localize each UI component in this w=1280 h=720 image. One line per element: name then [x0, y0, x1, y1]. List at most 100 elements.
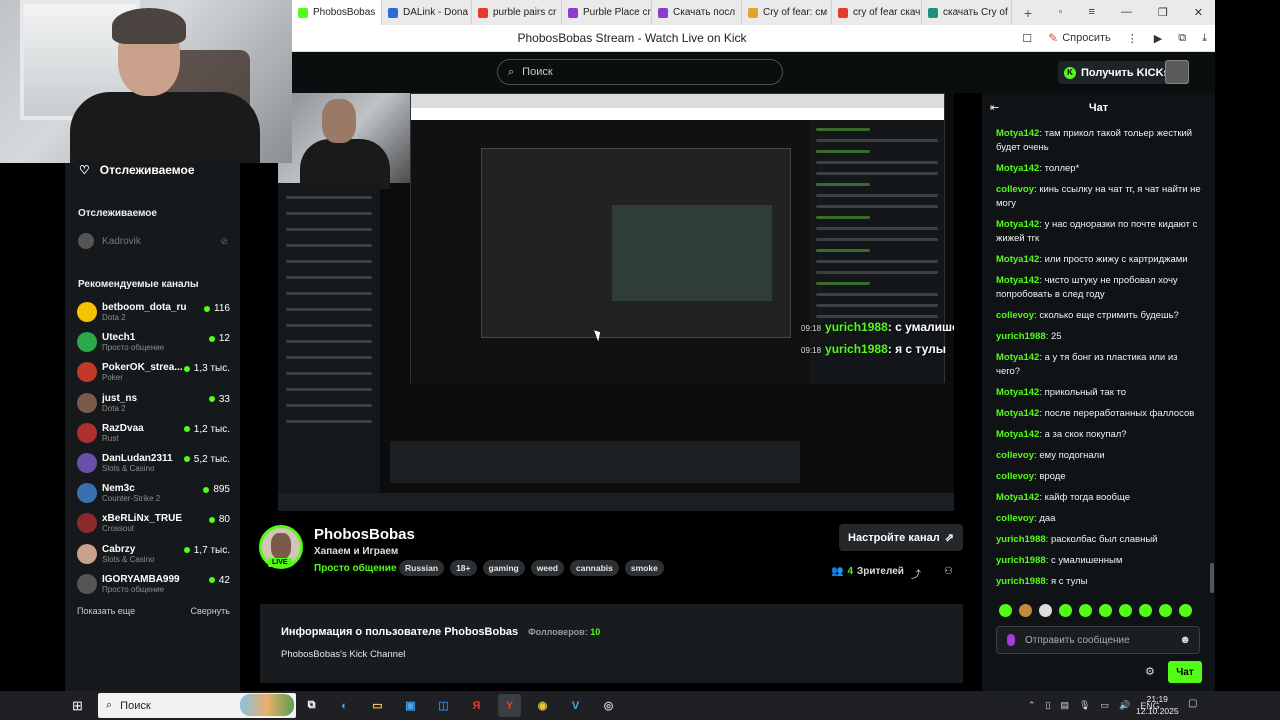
v-app-icon[interactable]: V — [564, 694, 587, 717]
chat-username[interactable]: yurich1988 — [996, 534, 1046, 545]
yandex-icon[interactable]: Я — [465, 694, 488, 717]
volume-icon[interactable]: 🔊 — [1119, 700, 1130, 711]
stream-category[interactable]: Просто общение — [314, 563, 397, 574]
chat-username[interactable]: Motya142 — [996, 128, 1039, 139]
browser-tab[interactable]: Purble Place cr✕ — [562, 0, 652, 25]
chat-username[interactable]: yurich1988 — [996, 576, 1046, 587]
sidebar-channel-item[interactable]: Cabrzy Slots & Casino 1,7 тыс. — [77, 539, 230, 569]
stream-tag[interactable]: 18+ — [450, 560, 477, 576]
maximize-button[interactable]: ❐ — [1158, 6, 1168, 19]
chat-username[interactable]: Motya142 — [996, 219, 1039, 230]
user-avatar[interactable] — [1165, 60, 1189, 84]
ask-button[interactable]: ✎ Спросить — [1048, 31, 1111, 45]
emote-icon[interactable] — [1119, 604, 1132, 617]
emote-icon[interactable] — [1139, 604, 1152, 617]
edge-icon[interactable]: ◐ — [333, 694, 356, 717]
stream-tag[interactable]: cannabis — [570, 560, 619, 576]
yandex-browser-icon[interactable]: Y — [498, 694, 521, 717]
emote-icon[interactable] — [1019, 604, 1032, 617]
stream-tag[interactable]: smoke — [624, 560, 664, 576]
more-icon[interactable]: ⋮ — [1127, 32, 1138, 45]
chat-username[interactable]: yurich1988 — [996, 331, 1046, 342]
emote-icon[interactable] — [1079, 604, 1092, 617]
sidebar-channel-item[interactable]: xBeRLiNx_TRUE Crossout 80 — [77, 508, 230, 538]
chat-username[interactable]: Motya142 — [996, 275, 1039, 286]
tray-device-icon[interactable]: ▤ — [1061, 700, 1070, 711]
chat-username[interactable]: Motya142 — [996, 387, 1039, 398]
media-icon[interactable]: ▶ — [1154, 32, 1162, 45]
follow-user-icon[interactable]: ⚇ — [944, 566, 953, 577]
chat-username[interactable]: collevoy — [996, 310, 1034, 321]
emote-icon[interactable] — [1099, 604, 1112, 617]
collapse-link[interactable]: Свернуть — [191, 606, 230, 616]
browser-tab[interactable]: cry of fear скач✕ — [832, 0, 922, 25]
chat-username[interactable]: collevoy — [996, 471, 1034, 482]
show-more-link[interactable]: Показать еще — [77, 606, 135, 616]
file-explorer-icon[interactable]: ▭ — [366, 694, 389, 717]
following-header[interactable]: ♡ Отслеживаемое — [79, 163, 195, 177]
send-chat-button[interactable]: Чат — [1168, 661, 1202, 683]
chat-username[interactable]: Motya142 — [996, 429, 1039, 440]
profile-icon[interactable]: ◦ — [1059, 6, 1063, 19]
emote-icon[interactable] — [1159, 604, 1172, 617]
extensions-icon[interactable]: ⧉ — [1178, 32, 1186, 45]
tray-app-icon[interactable]: ▯ — [1046, 700, 1051, 711]
chat-settings-icon[interactable]: ⚙ — [1145, 665, 1155, 678]
notification-icon[interactable]: ▢ — [1188, 698, 1197, 709]
chat-input[interactable]: Отправить сообщение ☻ — [996, 626, 1200, 654]
chat-username[interactable]: Motya142 — [996, 408, 1039, 419]
menu-icon[interactable]: ≡ — [1088, 6, 1094, 19]
browser-tab[interactable]: DALink - Dona✕ — [382, 0, 472, 25]
sidebar-channel-item[interactable]: PokerOK_strea... Poker 1,3 тыс. — [77, 357, 230, 387]
close-window-button[interactable]: ✕ — [1194, 6, 1203, 19]
windows-start-icon[interactable]: ⊞ — [72, 698, 92, 714]
sidebar-channel-item[interactable]: betboom_dota_ru Dota 2 116 — [77, 297, 230, 327]
followed-channel[interactable]: Kadrovik ⊘ — [78, 233, 228, 249]
mic-tray-icon[interactable]: 🎙 — [1079, 700, 1090, 711]
chat-username[interactable]: Motya142 — [996, 163, 1039, 174]
sidebar-channel-item[interactable]: just_ns Dota 2 33 — [77, 388, 230, 418]
obs-icon[interactable]: ◎ — [597, 694, 620, 717]
stream-tag[interactable]: Russian — [399, 560, 445, 576]
sidebar-channel-item[interactable]: Nem3c Counter-Strike 2 895 — [77, 478, 230, 508]
task-view-icon[interactable]: ⧉ — [300, 694, 323, 717]
bookmark-icon[interactable]: ☐ — [1022, 32, 1032, 45]
chat-scrollbar[interactable] — [1210, 563, 1214, 593]
get-kicks-button[interactable]: K Получить KICKs — [1058, 61, 1174, 84]
emote-icon[interactable] — [1059, 604, 1072, 617]
setup-channel-button[interactable]: Настройте канал ⇗ — [839, 524, 963, 551]
stream-tag[interactable]: gaming — [482, 560, 525, 576]
browser-tab[interactable]: purble pairs cr✕ — [472, 0, 562, 25]
browser-tab[interactable]: скачать Cry of✕ — [922, 0, 1012, 25]
minimize-button[interactable]: — — [1121, 6, 1132, 19]
clock[interactable]: 21:19 12.10.2025 — [1136, 693, 1179, 717]
search-input[interactable]: ⌕ Поиск — [497, 59, 783, 85]
chat-username[interactable]: Motya142 — [996, 254, 1039, 265]
sidebar-channel-item[interactable]: Utech1 Просто общение 12 — [77, 327, 230, 357]
video-player[interactable]: 09:18yurich1988: с умалишенным 09:18yuri… — [278, 93, 954, 511]
share-icon[interactable]: ⤴ — [911, 566, 921, 581]
taskbar-search[interactable]: ⌕ Поиск — [98, 693, 296, 718]
stream-tag[interactable]: weed — [530, 560, 564, 576]
network-icon[interactable]: ▭ — [1100, 700, 1109, 711]
chrome-icon[interactable]: ◉ — [531, 694, 554, 717]
channel-name[interactable]: PhobosBobas — [314, 526, 415, 543]
chat-username[interactable]: Motya142 — [996, 492, 1039, 503]
chevron-up-icon[interactable]: ⌃ — [1028, 700, 1036, 711]
download-icon[interactable]: ⤓ — [1202, 32, 1207, 45]
emote-icon[interactable] — [1179, 604, 1192, 617]
store-icon[interactable]: ▣ — [399, 694, 422, 717]
outlook-icon[interactable]: ◫ — [432, 694, 455, 717]
chat-username[interactable]: collevoy — [996, 513, 1034, 524]
sidebar-channel-item[interactable]: DanLudan2311 Slots & Casino 5,2 тыс. — [77, 448, 230, 478]
browser-tab[interactable]: PhobosBobas✕ — [292, 0, 382, 25]
chat-username[interactable]: yurich1988 — [996, 555, 1046, 566]
chat-username[interactable]: collevoy — [996, 184, 1034, 195]
emote-icon[interactable] — [999, 604, 1012, 617]
sidebar-channel-item[interactable]: IGORYAMBA999 Просто общение 42 — [77, 569, 230, 599]
browser-tab[interactable]: Скачать посл✕ — [652, 0, 742, 25]
chat-username[interactable]: Motya142 — [996, 352, 1039, 363]
emoji-icon[interactable]: ☻ — [1179, 634, 1191, 646]
emote-icon[interactable] — [1039, 604, 1052, 617]
new-tab-button[interactable]: + — [1018, 3, 1038, 23]
